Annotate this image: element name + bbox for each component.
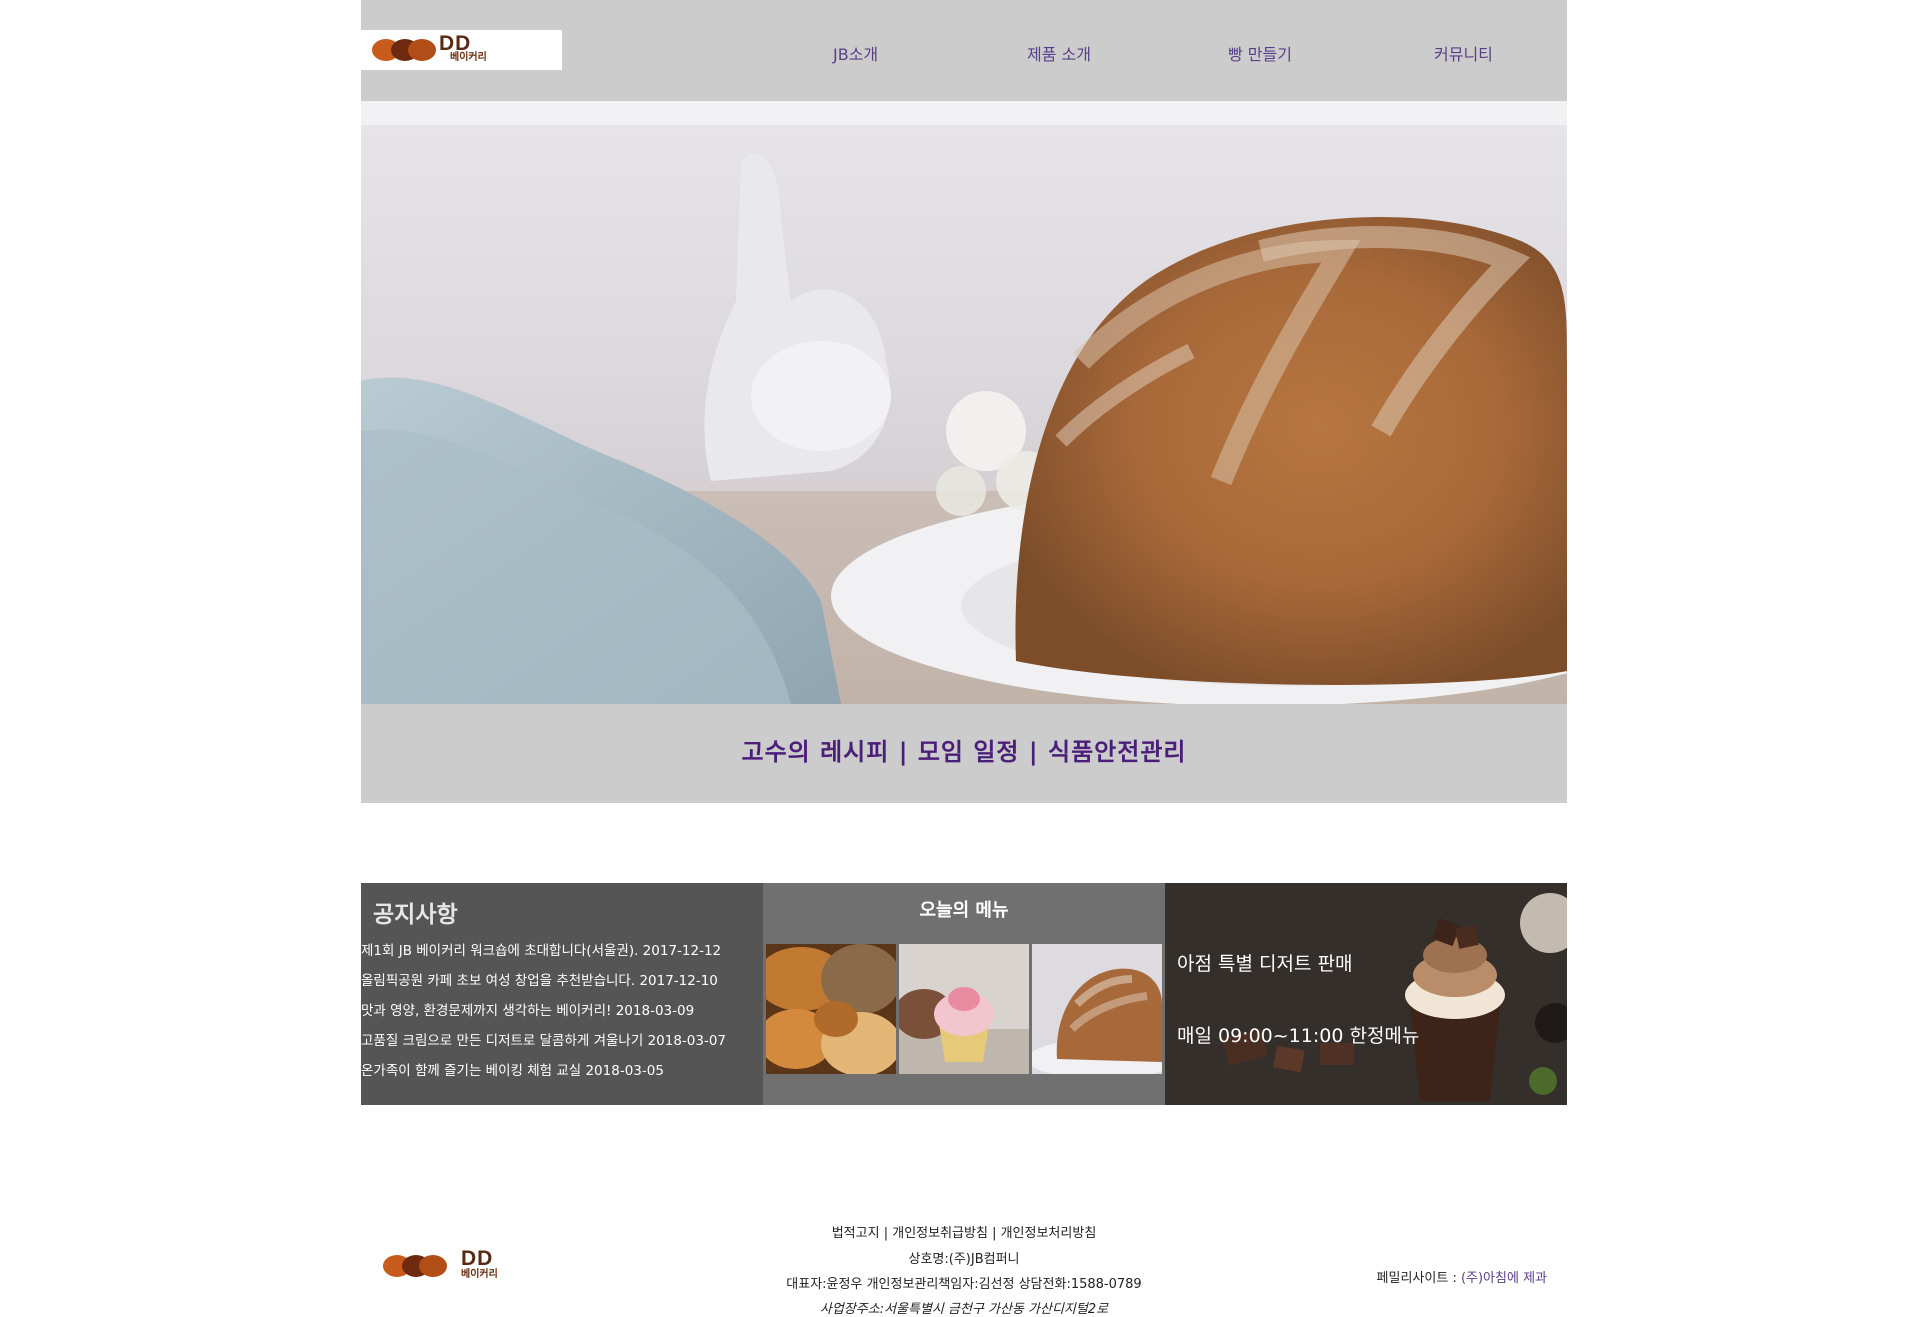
quick-links: 고수의 레시피 | 모임 일정 | 식품안전관리 — [361, 732, 1567, 767]
logo-bean-icon — [408, 39, 436, 61]
notice-item[interactable]: 제1회 JB 베이커리 워크숍에 초대합니다(서울권). 2017-12-12 — [361, 942, 726, 972]
content-panels: 공지사항 제1회 JB 베이커리 워크숍에 초대합니다(서울권). 2017-1… — [361, 883, 1567, 1105]
menu-image-cupcake[interactable] — [899, 944, 1029, 1074]
separator: | — [1019, 738, 1048, 766]
footer-links: 법적고지 | 개인정보취급방침 | 개인정보처리방침 — [361, 1222, 1567, 1241]
footer-address: 사업장주소:서울특별시 금천구 가산동 가산디지털2로 — [819, 1302, 1109, 1317]
link-food-safety[interactable]: 식품안전관리 — [1048, 738, 1186, 766]
separator: | — [889, 738, 918, 766]
family-site-label: 페밀리사이트 : — [1376, 1271, 1461, 1286]
hero-image — [361, 101, 1567, 704]
footer-link-legal[interactable]: 법적고지 — [832, 1226, 880, 1241]
notice-title: 공지사항 — [373, 902, 458, 928]
link-master-recipe[interactable]: 고수의 레시피 — [742, 738, 890, 766]
promo-line-1: 아점 특별 디저트 판매 — [1177, 953, 1353, 975]
separator: | — [883, 1226, 889, 1241]
notice-item[interactable]: 올림픽공원 카페 초보 여성 창업을 추천받습니다. 2017-12-10 — [361, 972, 726, 1002]
promo-line-2: 매일 09:00~11:00 한정메뉴 — [1177, 1025, 1420, 1047]
todays-menu-panel: 오늘의 메뉴 — [763, 883, 1165, 1105]
menu-image-bread[interactable] — [766, 944, 896, 1074]
notice-panel: 공지사항 제1회 JB 베이커리 워크숍에 초대합니다(서울권). 2017-1… — [361, 883, 763, 1105]
notice-item[interactable]: 맛과 영양, 환경문제까지 생각하는 베이커리! 2018-03-09 — [361, 1002, 726, 1032]
link-meeting-schedule[interactable]: 모임 일정 — [918, 738, 1020, 766]
site-logo[interactable]: DD 베이커리 — [361, 30, 562, 70]
family-site-link[interactable]: (주)아침에 제과 — [1461, 1271, 1547, 1286]
notice-list: 제1회 JB 베이커리 워크숍에 초대합니다(서울권). 2017-12-12 … — [361, 942, 726, 1092]
site-footer: DD 베이커리 법적고지 | 개인정보취급방침 | 개인정보처리방침 상호명:(… — [361, 1200, 1567, 1317]
nav-item-baking[interactable]: 빵 만들기 — [1228, 41, 1292, 65]
nav-item-products[interactable]: 제품 소개 — [1027, 41, 1091, 65]
logo-subtext: 베이커리 — [450, 52, 487, 63]
promo-panel[interactable]: 아점 특별 디저트 판매 매일 09:00~11:00 한정메뉴 — [1165, 883, 1567, 1105]
site-header: DD 베이커리 JB소개 제품 소개 빵 만들기 커뮤니티 — [361, 0, 1567, 101]
family-site: 페밀리사이트 : (주)아침에 제과 — [1377, 1267, 1547, 1286]
footer-link-privacy-handling[interactable]: 개인정보취급방침 — [892, 1226, 988, 1241]
footer-link-privacy-policy[interactable]: 개인정보처리방침 — [1001, 1226, 1097, 1241]
menu-image-bundt-cake[interactable] — [1032, 944, 1162, 1074]
nav-item-community[interactable]: 커뮤니티 — [1434, 41, 1493, 65]
menu-title: 오늘의 메뉴 — [919, 900, 1009, 921]
quick-links-band: 고수의 레시피 | 모임 일정 | 식품안전관리 — [361, 704, 1567, 803]
notice-item[interactable]: 고품질 크림으로 만든 디저트로 달콤하게 겨울나기 2018-03-07 — [361, 1032, 726, 1062]
nav-item-about[interactable]: JB소개 — [833, 41, 878, 65]
notice-item[interactable]: 온가족이 함께 즐기는 베이킹 체험 교실 2018-03-05 — [361, 1062, 726, 1092]
separator: | — [992, 1226, 997, 1241]
footer-company: 상호명:(주)JB컴퍼니 — [908, 1252, 1020, 1267]
logo-text: DD — [439, 32, 472, 55]
